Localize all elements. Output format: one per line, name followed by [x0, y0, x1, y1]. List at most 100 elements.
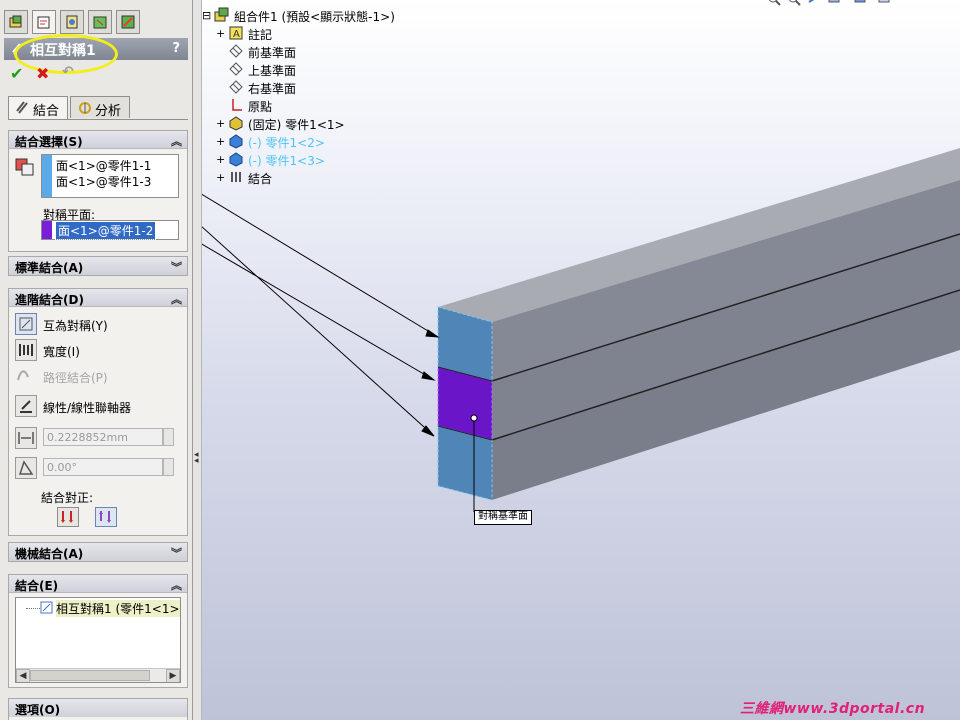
distance-spinner[interactable]	[163, 428, 174, 446]
symmetry-plane-field[interactable]: 面<1>@零件1-2	[41, 220, 179, 240]
mates-title: 結合(E)	[15, 579, 59, 593]
standard-mates-header[interactable]: 標準結合(A) ︾	[9, 257, 187, 275]
tree-item-label: 組合件1 (預設<顯示狀態-1>)	[234, 10, 395, 24]
entity-color-marker	[42, 155, 52, 197]
expand-icon[interactable]: ︾	[171, 545, 182, 561]
section-view-icon[interactable]	[827, 0, 841, 6]
mechanical-mates-title: 機械結合(A)	[15, 547, 84, 561]
mate-alignment-label: 結合對正:	[41, 491, 94, 505]
mates-header[interactable]: 結合(E) ︽	[9, 575, 187, 593]
feature-manager-tab[interactable]	[4, 10, 28, 34]
plane-color-marker	[42, 221, 52, 239]
mate-entities-list[interactable]: 面<1>@零件1-1 面<1>@零件1-3	[41, 154, 179, 198]
tree-item-label: (-) 零件1<2>	[248, 136, 325, 150]
tab-analysis-label: 分析	[95, 104, 122, 119]
advanced-mates-title: 進階結合(D)	[15, 293, 84, 307]
collapse-icon[interactable]: ︽	[171, 577, 182, 593]
configuration-icon	[66, 15, 78, 29]
tree-item-label: (固定) 零件1<1>	[248, 118, 345, 132]
tree-item-label: 前基準面	[248, 46, 297, 60]
list-item[interactable]: 面<1>@零件1-3	[56, 173, 151, 190]
help-button[interactable]: ?	[172, 41, 180, 56]
ok-check-icon[interactable]: ✔	[10, 64, 23, 83]
linear-coupler-label: 線性/線性聯軸器	[43, 401, 132, 415]
symmetric-label: 互為對稱(Y)	[43, 319, 108, 333]
advanced-mates-group: 進階結合(D) ︽ 互為對稱(Y) 寬度(I) 路徑結合(P) 線性/線性聯軸器…	[8, 288, 188, 536]
expander-icon[interactable]: +	[216, 27, 225, 40]
property-manager: 相互對稱1 ? ✔ ✖ ↶ 結合 分析 結合選擇(S) ︽ 面<1>@零件1-1…	[0, 0, 193, 720]
mate-selections-header[interactable]: 結合選擇(S) ︽	[9, 131, 187, 149]
svg-text:A: A	[233, 29, 240, 40]
mates-list[interactable]: 相互對稱1 (零件1<1> ◀ ▶	[15, 597, 181, 683]
path-label: 路徑結合(P)	[43, 371, 108, 385]
configuration-manager-tab[interactable]	[60, 10, 84, 34]
tab-mates[interactable]: 結合	[8, 96, 68, 120]
angle-spinner[interactable]	[163, 458, 174, 476]
part-selected-icon	[229, 134, 243, 149]
aligned-button[interactable]	[57, 507, 79, 527]
angle-field[interactable]: 0.00°	[43, 458, 163, 476]
list-item[interactable]: 面<1>@零件1-1	[56, 157, 151, 174]
width-icon	[15, 339, 37, 361]
horizontal-scrollbar[interactable]: ◀ ▶	[16, 668, 180, 682]
part-icon	[229, 116, 243, 131]
collapse-icon[interactable]: ︽	[171, 133, 182, 149]
options-header[interactable]: 選項(O)	[9, 699, 187, 717]
expander-icon[interactable]: +	[216, 135, 225, 148]
linear-coupler-icon	[15, 395, 37, 417]
anti-aligned-icon	[99, 511, 111, 523]
scroll-right-icon[interactable]: ▶	[166, 669, 180, 682]
expander-icon[interactable]: ⊟	[202, 9, 211, 22]
symmetry-plane-callout[interactable]: 對稱基準面	[474, 510, 532, 525]
zoom-area-icon[interactable]	[787, 0, 801, 6]
plane-icon	[229, 62, 243, 76]
plane-handle-icon[interactable]	[470, 414, 478, 422]
symmetric-icon	[15, 313, 37, 335]
mate-list-item[interactable]: 相互對稱1 (零件1<1>	[56, 600, 180, 617]
mate-selections-title: 結合選擇(S)	[15, 135, 83, 149]
model-view	[202, 148, 960, 512]
property-manager-tab[interactable]	[32, 10, 56, 34]
plane-icon	[229, 80, 243, 94]
expander-icon[interactable]: +	[216, 171, 225, 184]
mates-group: 結合(E) ︽ 相互對稱1 (零件1<1> ◀ ▶	[8, 574, 188, 688]
standard-mates-group: 標準結合(A) ︾	[8, 256, 188, 276]
graphics-area[interactable]: ⊟ 組合件1 (預設<顯示狀態-1>) + A 註記 前基準面 上基準面 右基準…	[202, 0, 960, 720]
mate-selections-group: 結合選擇(S) ︽ 面<1>@零件1-1 面<1>@零件1-3 對稱平面: 面<…	[8, 130, 188, 252]
advanced-mates-header[interactable]: 進階結合(D) ︽	[9, 289, 187, 307]
cancel-x-icon[interactable]: ✖	[36, 64, 49, 83]
tree-item-label: 右基準面	[248, 82, 297, 96]
tab-mates-label: 結合	[33, 104, 60, 119]
expander-icon[interactable]: +	[216, 117, 225, 130]
display-manager-tab[interactable]	[116, 10, 140, 34]
tab-analysis[interactable]: 分析	[70, 96, 130, 119]
dimxpert-icon	[93, 16, 107, 29]
previous-view-icon[interactable]	[807, 0, 821, 6]
display-style-icon[interactable]	[877, 0, 891, 6]
distance-field[interactable]: 0.2228852mm	[43, 428, 163, 446]
width-label: 寬度(I)	[43, 345, 80, 359]
symmetry-plane-value[interactable]: 面<1>@零件1-2	[54, 221, 157, 240]
panel-splitter[interactable]: ◂ ◂	[193, 0, 202, 720]
scroll-thumb[interactable]	[30, 670, 150, 681]
mates-folder-icon	[231, 172, 241, 182]
scroll-left-icon[interactable]: ◀	[16, 669, 30, 682]
property-icon	[37, 16, 50, 29]
path-icon	[15, 365, 37, 387]
options-group: 選項(O)	[8, 698, 188, 720]
collapse-panel-icon[interactable]: ◂ ◂	[194, 451, 199, 466]
mechanical-mates-header[interactable]: 機械結合(A) ︾	[9, 543, 187, 561]
origin-icon	[232, 99, 242, 111]
tab-divider	[8, 119, 188, 120]
mate-entities-icon	[15, 158, 34, 176]
anti-aligned-button[interactable]	[95, 507, 117, 527]
collapse-icon[interactable]: ︽	[171, 291, 182, 307]
undo-icon[interactable]: ↶	[62, 64, 74, 80]
distance-icon	[15, 427, 37, 449]
expand-icon[interactable]: ︾	[171, 259, 182, 275]
aligned-icon	[61, 511, 73, 523]
dimxpert-tab[interactable]	[88, 10, 112, 34]
zoom-to-fit-icon[interactable]	[767, 0, 781, 6]
expander-icon[interactable]: +	[216, 153, 225, 166]
view-orientation-icon[interactable]	[853, 0, 867, 6]
